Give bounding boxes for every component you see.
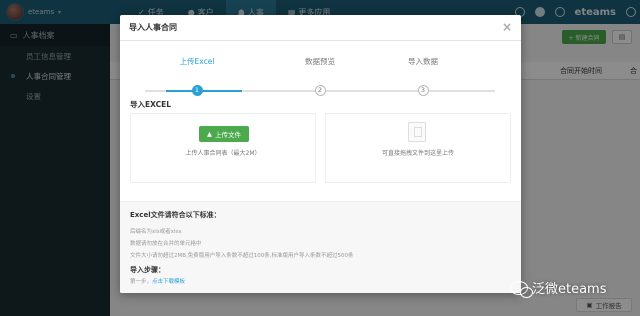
step-data-preview: 数据预览 2 bbox=[280, 55, 360, 96]
rules-title: Excel文件请符合以下标准： bbox=[130, 211, 221, 219]
close-icon[interactable]: × bbox=[502, 21, 512, 33]
section-title: 导入EXCEL bbox=[130, 100, 172, 109]
import-step-1: 第一步，点击下载模板 bbox=[130, 276, 511, 288]
watermark-text: 泛微eteams bbox=[532, 282, 607, 297]
download-template-link[interactable]: 点击下载模板 bbox=[152, 279, 185, 285]
rule-item: 数据请勿放在合并的单元格中 bbox=[130, 241, 202, 247]
step-number: 2 bbox=[314, 85, 326, 96]
step-label: 上传Excel bbox=[179, 57, 215, 66]
step-indicator: 上传Excel 1 数据预览 2 导入数据 3 bbox=[140, 55, 500, 96]
step-label: 数据预览 bbox=[305, 57, 335, 66]
step-label: 导入数据 bbox=[408, 57, 438, 66]
rule-item: 文件大小请勿超过2MB,免费版用户导入条数不超过100条,标准版用户导入条数不超… bbox=[130, 253, 354, 259]
wechat-icon bbox=[510, 280, 533, 298]
upload-hint: 上传人事合同表（最大2M） bbox=[185, 150, 261, 157]
user-upload-icon: ▲ bbox=[207, 130, 212, 138]
drop-hint: 可直接拖拽文件到这里上传 bbox=[381, 150, 454, 157]
step-number: 1 bbox=[191, 85, 203, 96]
drop-zone[interactable]: 可直接拖拽文件到这里上传 bbox=[325, 113, 511, 183]
upload-file-panel: ▲ 上传文件 上传人事合同表（最大2M） bbox=[130, 113, 316, 183]
upload-button-label: 上传文件 bbox=[215, 131, 241, 139]
modal-title: 导入人事合同 bbox=[129, 23, 177, 32]
step-upload-excel: 上传Excel 1 bbox=[157, 55, 237, 96]
step-number: 3 bbox=[417, 85, 429, 96]
modal-header: 导入人事合同 × bbox=[120, 15, 521, 41]
watermark: 泛微eteams bbox=[510, 278, 607, 298]
step-1-prefix: 第一步， bbox=[130, 279, 153, 285]
import-steps-title: 导入步骤： bbox=[130, 266, 165, 274]
import-contract-modal: 导入人事合同 × 上传Excel 1 数据预览 2 导入数据 3 导入EXCEL… bbox=[120, 15, 521, 293]
import-rules: Excel文件请符合以下标准： 后缀名为xls或者xlsx 数据请勿放在合并的单… bbox=[120, 201, 521, 293]
upload-file-button[interactable]: ▲ 上传文件 bbox=[199, 126, 249, 142]
file-drop-icon bbox=[408, 122, 426, 142]
step-import-data: 导入数据 3 bbox=[383, 55, 463, 96]
rule-item: 后缀名为xls或者xlsx bbox=[130, 229, 182, 235]
